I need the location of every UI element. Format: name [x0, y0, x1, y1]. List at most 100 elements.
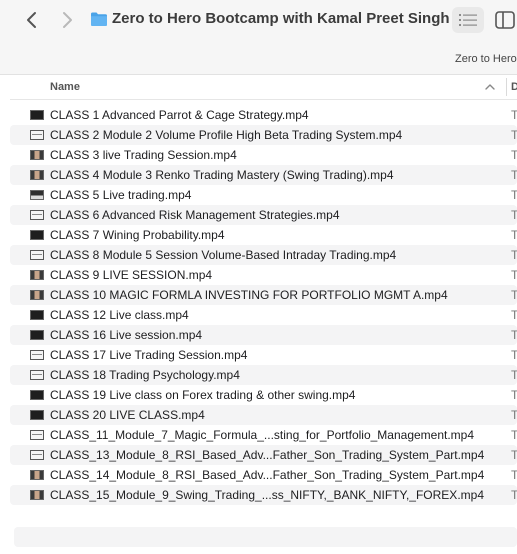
- file-date-truncated: T: [511, 328, 517, 342]
- column-header: Name D: [10, 75, 517, 100]
- video-thumbnail-icon: [30, 390, 44, 400]
- file-date-truncated: T: [511, 388, 517, 402]
- file-name: CLASS 3 live Trading Session.mp4: [50, 148, 237, 162]
- file-name: CLASS 5 Live trading.mp4: [50, 188, 192, 202]
- video-thumbnail-icon: [30, 210, 44, 220]
- file-date-truncated: T: [511, 448, 517, 462]
- file-date-truncated: T: [511, 188, 517, 202]
- file-row[interactable]: CLASS 18 Trading Psychology.mp4 T: [10, 365, 517, 385]
- column-divider[interactable]: [506, 78, 507, 96]
- video-thumbnail-icon: [30, 110, 44, 120]
- file-name: CLASS 16 Live session.mp4: [50, 328, 203, 342]
- file-name: CLASS 4 Module 3 Renko Trading Mastery (…: [50, 168, 394, 182]
- file-name: CLASS_15_Module_9_Swing_Trading_...ss_NI…: [50, 488, 484, 502]
- file-rows: CLASS 1 Advanced Parrot & Cage Strategy.…: [10, 105, 517, 505]
- file-row[interactable]: CLASS_11_Module_7_Magic_Formula_...sting…: [10, 425, 517, 445]
- file-row[interactable]: CLASS 8 Module 5 Session Volume-Based In…: [10, 245, 517, 265]
- file-row[interactable]: CLASS_15_Module_9_Swing_Trading_...ss_NI…: [10, 485, 517, 505]
- file-date-truncated: T: [511, 228, 517, 242]
- file-date-truncated: T: [511, 128, 517, 142]
- file-row[interactable]: CLASS 5 Live trading.mp4 T: [10, 185, 517, 205]
- forward-button[interactable]: [55, 8, 79, 32]
- video-thumbnail-icon: [30, 410, 44, 420]
- path-bar: Zero to Hero: [0, 42, 517, 75]
- folder-icon: [91, 12, 107, 26]
- video-thumbnail-icon: [30, 350, 44, 360]
- video-thumbnail-icon: [30, 450, 44, 460]
- file-name: CLASS 6 Advanced Risk Management Strateg…: [50, 208, 340, 222]
- column-header-name[interactable]: Name: [50, 81, 80, 93]
- video-thumbnail-icon: [30, 190, 44, 200]
- video-thumbnail-icon: [30, 130, 44, 140]
- file-date-truncated: T: [511, 168, 517, 182]
- list-view-icon: [459, 14, 477, 26]
- file-row[interactable]: CLASS 7 Wining Probability.mp4 T: [10, 225, 517, 245]
- file-row[interactable]: CLASS 6 Advanced Risk Management Strateg…: [10, 205, 517, 225]
- video-thumbnail-icon: [30, 270, 44, 280]
- sidebar-icon: [495, 11, 515, 29]
- back-button[interactable]: [20, 8, 44, 32]
- file-date-truncated: T: [511, 208, 517, 222]
- file-date-truncated: T: [511, 348, 517, 362]
- file-row[interactable]: CLASS 19 Live class on Forex trading & o…: [10, 385, 517, 405]
- path-bar-label[interactable]: Zero to Hero: [455, 53, 517, 65]
- empty-list-row: [14, 527, 517, 547]
- window-toolbar: Zero to Hero Bootcamp with Kamal Preet S…: [0, 0, 517, 42]
- file-date-truncated: T: [511, 288, 517, 302]
- file-date-truncated: T: [511, 428, 517, 442]
- file-row[interactable]: CLASS 1 Advanced Parrot & Cage Strategy.…: [10, 105, 517, 125]
- file-list: Name D CLASS 1 Advanced Parrot & Cage St…: [10, 75, 517, 554]
- file-row[interactable]: CLASS 17 Live Trading Session.mp4 T: [10, 345, 517, 365]
- file-name: CLASS_11_Module_7_Magic_Formula_...sting…: [50, 428, 475, 442]
- file-row[interactable]: CLASS 9 LIVE SESSION.mp4 T: [10, 265, 517, 285]
- file-date-truncated: T: [511, 108, 517, 122]
- chevron-left-icon: [27, 12, 36, 28]
- video-thumbnail-icon: [30, 250, 44, 260]
- file-row[interactable]: CLASS 2 Module 2 Volume Profile High Bet…: [10, 125, 517, 145]
- chevron-up-icon[interactable]: [485, 83, 495, 91]
- file-name: CLASS 9 LIVE SESSION.mp4: [50, 268, 213, 282]
- column-header-date[interactable]: D: [511, 81, 517, 93]
- file-date-truncated: T: [511, 368, 517, 382]
- video-thumbnail-icon: [30, 170, 44, 180]
- video-thumbnail-icon: [30, 430, 44, 440]
- file-row[interactable]: CLASS 20 LIVE CLASS.mp4 T: [10, 405, 517, 425]
- file-name: CLASS 1 Advanced Parrot & Cage Strategy.…: [50, 108, 309, 122]
- video-thumbnail-icon: [30, 230, 44, 240]
- sidebar-toggle-button[interactable]: [494, 9, 516, 31]
- video-thumbnail-icon: [30, 470, 44, 480]
- file-name: CLASS 7 Wining Probability.mp4: [50, 228, 225, 242]
- window-title: Zero to Hero Bootcamp with Kamal Preet S…: [112, 10, 450, 27]
- file-row[interactable]: CLASS 10 MAGIC FORMLA INVESTING FOR PORT…: [10, 285, 517, 305]
- file-date-truncated: T: [511, 488, 517, 502]
- file-row[interactable]: CLASS_14_Module_8_RSI_Based_Adv...Father…: [10, 465, 517, 485]
- file-name: CLASS_14_Module_8_RSI_Based_Adv...Father…: [50, 468, 485, 482]
- file-name: CLASS_13_Module_8_RSI_Based_Adv...Father…: [50, 448, 485, 462]
- file-name: CLASS 10 MAGIC FORMLA INVESTING FOR PORT…: [50, 288, 448, 302]
- file-name: CLASS 8 Module 5 Session Volume-Based In…: [50, 248, 397, 262]
- file-date-truncated: T: [511, 468, 517, 482]
- file-date-truncated: T: [511, 248, 517, 262]
- list-view-button[interactable]: [452, 7, 484, 33]
- file-name: CLASS 2 Module 2 Volume Profile High Bet…: [50, 128, 403, 142]
- file-name: CLASS 19 Live class on Forex trading & o…: [50, 388, 356, 402]
- video-thumbnail-icon: [30, 310, 44, 320]
- file-date-truncated: T: [511, 268, 517, 282]
- file-row[interactable]: CLASS 16 Live session.mp4 T: [10, 325, 517, 345]
- video-thumbnail-icon: [30, 330, 44, 340]
- file-name: CLASS 18 Trading Psychology.mp4: [50, 368, 240, 382]
- video-thumbnail-icon: [30, 490, 44, 500]
- video-thumbnail-icon: [30, 150, 44, 160]
- file-name: CLASS 17 Live Trading Session.mp4: [50, 348, 248, 362]
- file-date-truncated: T: [511, 308, 517, 322]
- video-thumbnail-icon: [30, 370, 44, 380]
- file-row[interactable]: CLASS_13_Module_8_RSI_Based_Adv...Father…: [10, 445, 517, 465]
- chevron-right-icon: [63, 12, 72, 28]
- file-row[interactable]: CLASS 4 Module 3 Renko Trading Mastery (…: [10, 165, 517, 185]
- file-date-truncated: T: [511, 408, 517, 422]
- video-thumbnail-icon: [30, 290, 44, 300]
- file-row[interactable]: CLASS 3 live Trading Session.mp4 T: [10, 145, 517, 165]
- file-name: CLASS 20 LIVE CLASS.mp4: [50, 408, 205, 422]
- file-row[interactable]: CLASS 12 Live class.mp4 T: [10, 305, 517, 325]
- file-name: CLASS 12 Live class.mp4: [50, 308, 189, 322]
